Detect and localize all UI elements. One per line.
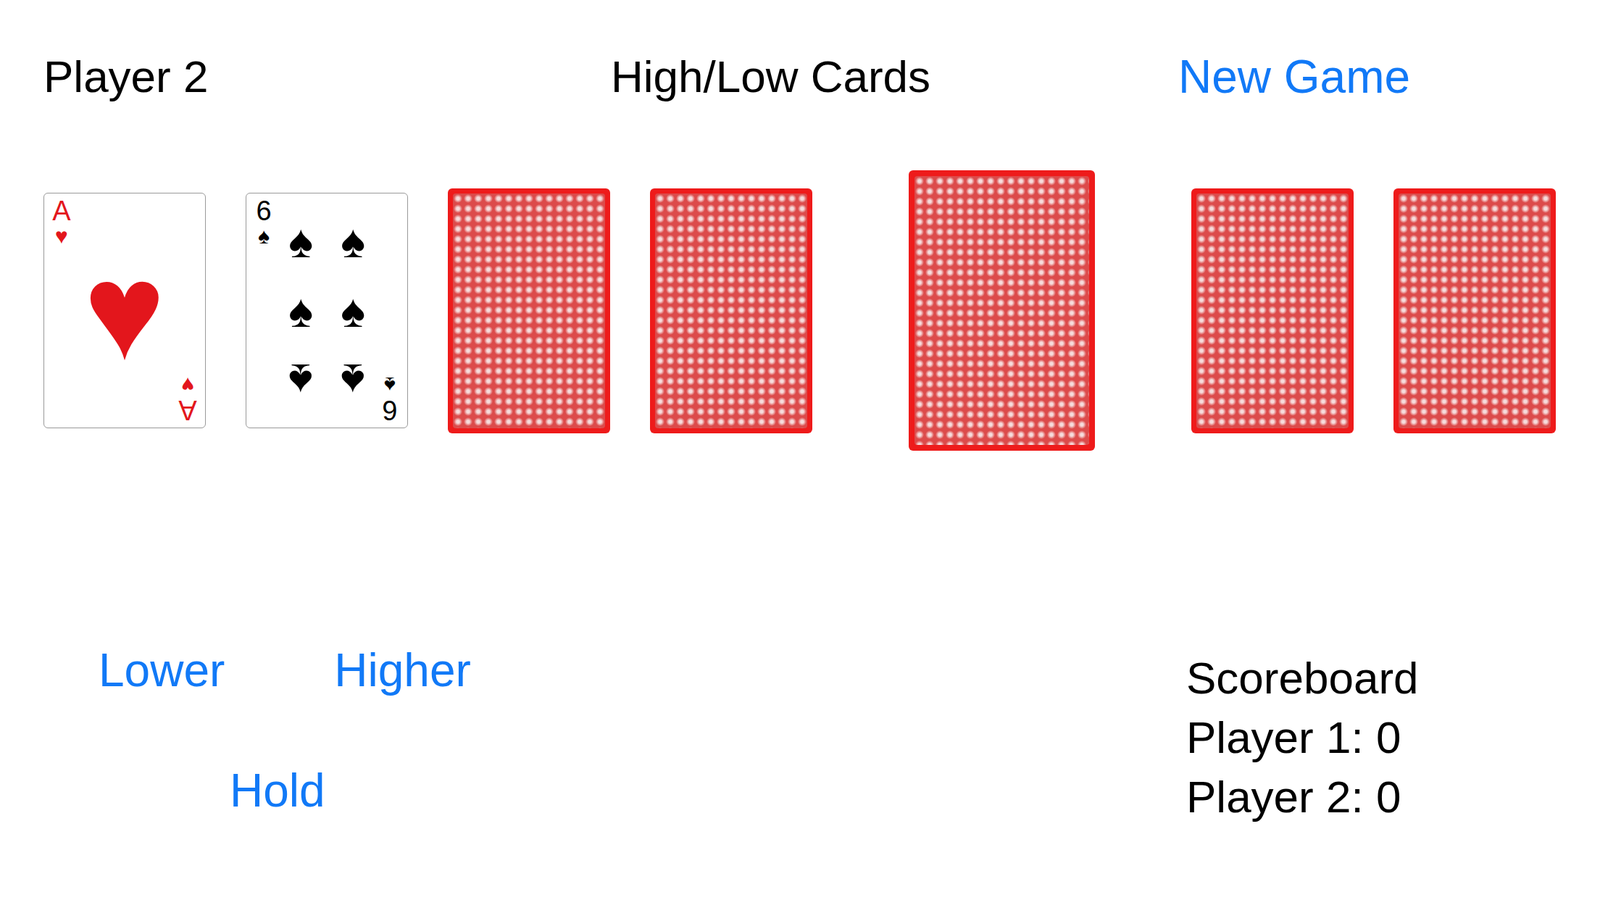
card-back-pattern — [452, 193, 606, 429]
card-table: ♥A♥A♥♠♠♠♠♠♠6♠6♠ — [0, 170, 1600, 451]
card-corner: 6♠ — [376, 373, 403, 425]
card-face: ♥A♥A♥ — [43, 192, 206, 429]
hold-row: Hold — [0, 767, 1187, 814]
game-title: High/Low Cards — [610, 53, 1179, 100]
suit-icon: ♠ — [280, 357, 322, 404]
scoreboard-title: Scoreboard — [1186, 648, 1419, 708]
suit-icon: ♥ — [55, 225, 69, 248]
card-rank: A — [178, 395, 197, 425]
card-corner: A♥ — [174, 373, 201, 425]
new-game-button[interactable]: New Game — [1178, 53, 1411, 100]
card-corner: 6♠ — [250, 196, 277, 248]
player-hand: ♥A♥A♥♠♠♠♠♠♠6♠6♠ — [43, 188, 813, 434]
suit-icon: ♥ — [181, 373, 195, 396]
pip-area: ♠♠♠♠♠♠ — [246, 193, 408, 428]
current-player: Player 2 — [43, 53, 611, 100]
deck-card[interactable] — [908, 170, 1095, 451]
pip-row: ♠♠ — [280, 287, 374, 335]
higher-button[interactable]: Higher — [334, 647, 472, 694]
suit-icon: ♠ — [257, 225, 270, 248]
bottom-area: Lower Higher Hold ScoreboardPlayer 1: 0Play… — [0, 647, 1600, 827]
card-center: ♥ — [44, 193, 206, 428]
suit-icon: ♠ — [280, 287, 322, 335]
deck — [908, 170, 1095, 451]
lower-button[interactable]: Lower — [98, 647, 225, 694]
card-back — [1191, 188, 1354, 434]
hold-button[interactable]: Hold — [229, 767, 326, 814]
card-back-pattern — [914, 176, 1090, 445]
scoreboard: ScoreboardPlayer 1: 0Player 2: 0 — [1186, 647, 1419, 827]
guess-buttons: Lower Higher — [0, 647, 1187, 694]
card-back-pattern — [1196, 193, 1349, 429]
suit-icon: ♠ — [332, 287, 374, 335]
suit-icon: ♠ — [384, 373, 396, 396]
card-back-pattern — [655, 193, 808, 429]
score-row: Player 2: 0 — [1186, 767, 1419, 827]
card-corner: A♥ — [48, 196, 75, 248]
card-back — [1393, 188, 1556, 434]
card-back — [650, 188, 813, 434]
pip-row: ♠♠ — [280, 218, 374, 265]
suit-icon: ♥ — [84, 242, 166, 380]
card-back — [447, 188, 611, 434]
suit-icon: ♠ — [332, 357, 374, 404]
card-rank: 6 — [255, 196, 272, 226]
card-rank: A — [52, 196, 71, 226]
score-row: Player 1: 0 — [1186, 707, 1419, 768]
header: Player 2High/Low CardsNew Game — [0, 0, 1600, 100]
card-back-pattern — [1398, 193, 1551, 429]
pip-row: ♠♠ — [280, 357, 374, 404]
suit-icon: ♠ — [280, 218, 322, 265]
controls: Lower Higher Hold — [0, 647, 1187, 827]
card-face: ♠♠♠♠♠♠6♠6♠ — [245, 192, 408, 429]
suit-icon: ♠ — [332, 218, 374, 265]
opponent-hand — [1191, 188, 1556, 434]
card-rank: 6 — [381, 395, 398, 425]
